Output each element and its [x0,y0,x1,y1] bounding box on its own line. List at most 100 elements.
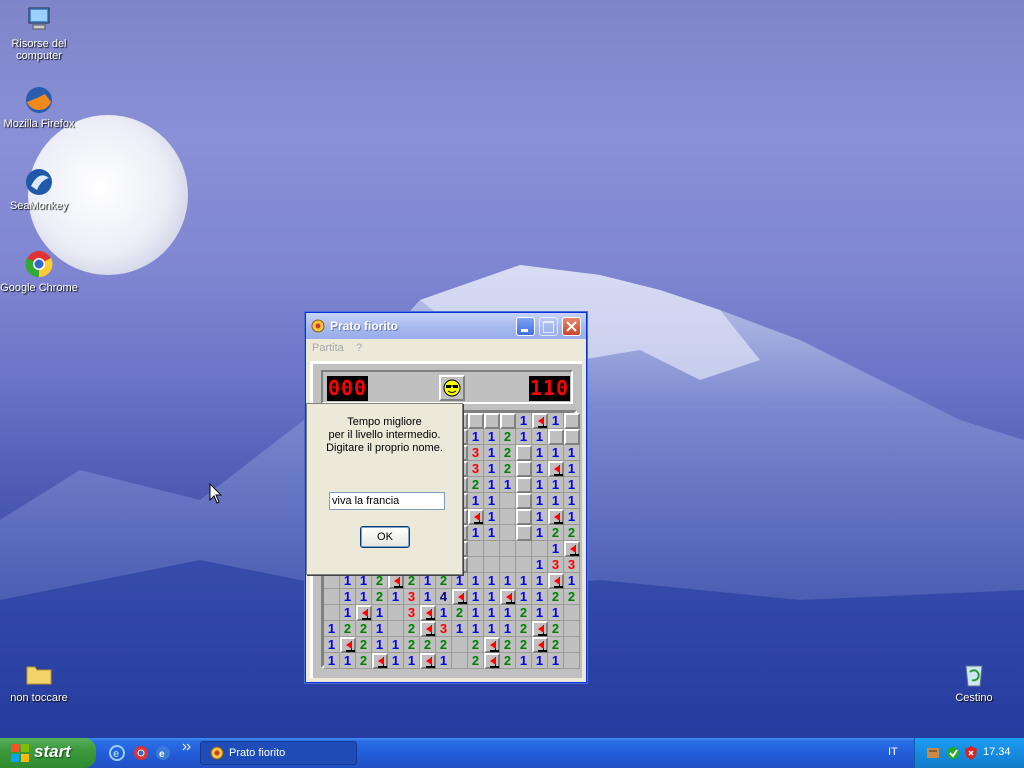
mine-cell-open[interactable]: 1 [532,461,548,477]
mine-cell-covered[interactable] [516,493,532,509]
mine-cell-covered[interactable] [484,413,500,429]
mine-cell-open[interactable]: 1 [516,413,532,429]
mine-cell-open[interactable]: 1 [452,621,468,637]
mine-cell-open[interactable]: 1 [468,621,484,637]
chrome-quicklaunch-icon[interactable] [132,744,150,762]
mine-cell-flagged[interactable] [388,573,404,589]
mine-cell-open[interactable]: 2 [436,573,452,589]
internet-explorer-icon[interactable]: e [108,744,126,762]
mine-cell-open[interactable]: 4 [436,589,452,605]
mine-cell-open[interactable]: 1 [484,509,500,525]
mine-cell-open[interactable]: 2 [516,621,532,637]
mine-cell-open[interactable]: 2 [404,637,420,653]
mine-cell-open[interactable]: 1 [484,589,500,605]
mine-cell-open[interactable]: 1 [532,525,548,541]
mine-cell-open[interactable]: 1 [532,589,548,605]
mine-cell-covered[interactable] [564,413,580,429]
clock[interactable]: 17.34 [983,746,1011,758]
mine-cell-open[interactable] [484,557,500,573]
taskbar-item-prato-fiorito[interactable]: Prato fiorito [200,741,357,765]
mine-cell-open[interactable]: 1 [372,621,388,637]
mine-cell-open[interactable]: 1 [484,429,500,445]
desktop-icon-firefox[interactable]: Mozilla Firefox [0,84,79,130]
mine-cell-covered[interactable] [516,477,532,493]
desktop-icon-my-computer[interactable]: Risorse del computer [0,4,79,62]
mine-cell-open[interactable] [500,509,516,525]
mine-cell-open[interactable]: 1 [468,573,484,589]
desktop-icon-folder[interactable]: non toccare [0,658,79,704]
mine-cell-covered[interactable] [548,429,564,445]
tray-network-icon[interactable] [945,745,961,761]
mine-cell-open[interactable]: 1 [388,637,404,653]
mine-cell-open[interactable] [564,637,580,653]
mine-cell-covered[interactable] [516,525,532,541]
ok-button[interactable]: OK [360,526,410,548]
mine-cell-open[interactable]: 1 [388,653,404,669]
title-bar[interactable]: Prato fiorito [306,313,586,339]
mine-cell-covered[interactable] [516,461,532,477]
mine-cell-open[interactable]: 2 [500,445,516,461]
mine-cell-flagged[interactable] [468,509,484,525]
menu-help[interactable]: ? [356,342,362,354]
mine-cell-open[interactable]: 1 [388,589,404,605]
mine-cell-open[interactable]: 1 [532,493,548,509]
mine-cell-open[interactable] [388,621,404,637]
mine-cell-open[interactable]: 1 [356,589,372,605]
mine-cell-open[interactable]: 1 [468,493,484,509]
mine-cell-open[interactable]: 3 [468,445,484,461]
mine-cell-open[interactable]: 1 [532,445,548,461]
mine-cell-open[interactable]: 3 [548,557,564,573]
mine-cell-open[interactable]: 1 [484,605,500,621]
mine-cell-open[interactable]: 1 [372,605,388,621]
mine-cell-flagged[interactable] [356,605,372,621]
mine-cell-covered[interactable] [564,429,580,445]
mine-cell-flagged[interactable] [548,509,564,525]
mine-cell-open[interactable] [388,605,404,621]
mine-cell-open[interactable]: 2 [500,637,516,653]
mine-cell-open[interactable]: 1 [500,573,516,589]
mine-cell-open[interactable]: 1 [548,653,564,669]
mine-cell-open[interactable]: 2 [452,605,468,621]
mine-cell-open[interactable]: 2 [548,637,564,653]
desktop-icon-seamonkey[interactable]: SeaMonkey [0,166,79,212]
mine-cell-open[interactable]: 1 [324,637,340,653]
mine-cell-open[interactable]: 1 [564,573,580,589]
mine-cell-open[interactable]: 1 [516,573,532,589]
language-indicator[interactable]: IT [888,746,898,758]
mine-cell-open[interactable] [468,557,484,573]
mine-cell-open[interactable]: 2 [500,429,516,445]
mine-cell-open[interactable]: 2 [500,461,516,477]
mine-cell-open[interactable]: 1 [532,653,548,669]
tray-security-shield-icon[interactable] [963,745,979,761]
mine-cell-open[interactable]: 1 [564,477,580,493]
mine-cell-open[interactable]: 1 [340,653,356,669]
mine-cell-open[interactable]: 2 [340,621,356,637]
mine-cell-open[interactable]: 1 [532,573,548,589]
mine-cell-open[interactable]: 1 [484,573,500,589]
mine-cell-flagged[interactable] [500,589,516,605]
mine-cell-open[interactable]: 1 [564,461,580,477]
mine-cell-open[interactable]: 1 [564,509,580,525]
mine-cell-flagged[interactable] [452,589,468,605]
mine-cell-open[interactable]: 1 [404,653,420,669]
mine-cell-open[interactable]: 2 [468,653,484,669]
mine-cell-flagged[interactable] [564,541,580,557]
mine-cell-open[interactable]: 2 [564,525,580,541]
mine-cell-open[interactable]: 1 [532,605,548,621]
player-name-input[interactable] [329,492,445,510]
mine-cell-flagged[interactable] [548,573,564,589]
outlook-express-icon[interactable]: e [154,744,172,762]
desktop-icon-chrome[interactable]: Google Chrome [0,248,79,294]
mine-cell-open[interactable]: 2 [548,621,564,637]
mine-cell-open[interactable] [324,589,340,605]
mine-cell-open[interactable]: 2 [548,525,564,541]
mine-cell-open[interactable]: 1 [532,557,548,573]
mine-cell-flagged[interactable] [372,653,388,669]
mine-cell-open[interactable] [468,541,484,557]
mine-cell-flagged[interactable] [420,605,436,621]
mine-cell-open[interactable]: 3 [404,589,420,605]
mine-cell-open[interactable]: 1 [500,605,516,621]
mine-cell-open[interactable]: 3 [436,621,452,637]
mine-cell-open[interactable]: 1 [468,589,484,605]
desktop-icon-recycle-bin[interactable]: Cestino [934,658,1014,704]
